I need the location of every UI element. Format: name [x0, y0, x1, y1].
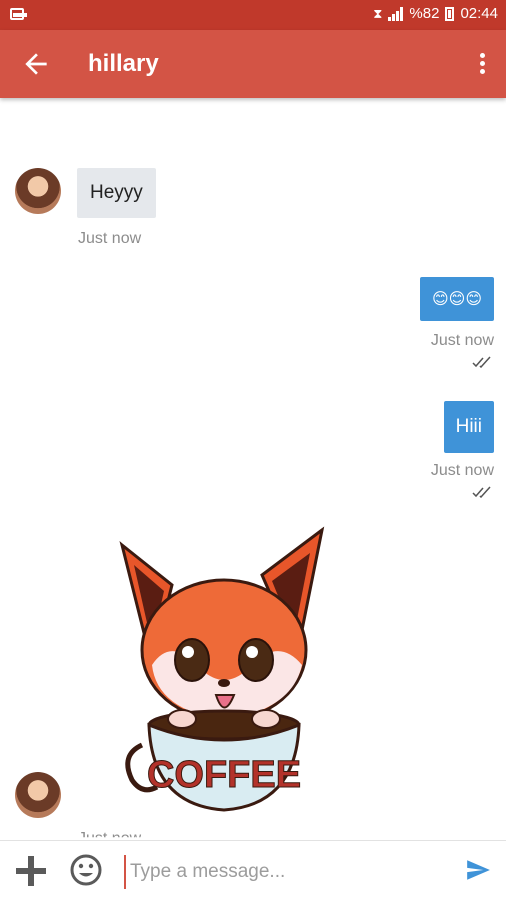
app-bar: hillary — [0, 30, 506, 98]
outgoing-message-bubble[interactable]: Hiii — [443, 401, 494, 453]
smiley-icon — [70, 854, 102, 886]
send-icon — [467, 860, 490, 880]
more-options-button[interactable] — [472, 50, 492, 80]
sticker-cup-text: COFFEE — [147, 754, 301, 796]
chat-title[interactable]: hillary — [88, 50, 159, 78]
battery-percent: %82 — [409, 5, 440, 22]
clock: 02:44 — [460, 5, 498, 22]
incoming-message-bubble[interactable]: Heyyy — [77, 168, 156, 218]
message-text: Hiii — [455, 416, 482, 437]
message-time: Just now — [430, 462, 494, 479]
battery-icon — [445, 6, 455, 21]
back-button[interactable] — [18, 48, 54, 80]
outgoing-message-bubble[interactable]: 😊😊😊 — [419, 277, 494, 321]
alarm-icon: ⧗ — [373, 5, 383, 21]
more-vert-icon — [472, 53, 492, 74]
message-input[interactable] — [124, 855, 452, 889]
image-notification-icon — [10, 8, 27, 20]
fox-coffee-sticker[interactable]: COFFEE — [112, 525, 334, 825]
read-receipt-icon — [472, 486, 491, 498]
message-text: 😊😊😊 — [431, 291, 482, 308]
read-receipt-icon — [472, 356, 491, 368]
emoji-button[interactable] — [70, 854, 102, 886]
arrow-left-icon — [25, 53, 47, 75]
contact-avatar[interactable] — [15, 772, 61, 818]
message-composer — [0, 840, 506, 901]
signal-icon — [388, 6, 404, 21]
status-bar-right: ⧗ %82 02:44 — [373, 5, 498, 22]
message-text: Heyyy — [90, 182, 143, 203]
message-time: Just now — [78, 230, 142, 247]
contact-avatar[interactable] — [15, 168, 61, 214]
status-bar: ⧗ %82 02:44 — [0, 0, 506, 30]
message-time: Just now — [430, 332, 494, 349]
attach-button[interactable] — [14, 854, 48, 888]
send-button[interactable] — [464, 857, 492, 883]
